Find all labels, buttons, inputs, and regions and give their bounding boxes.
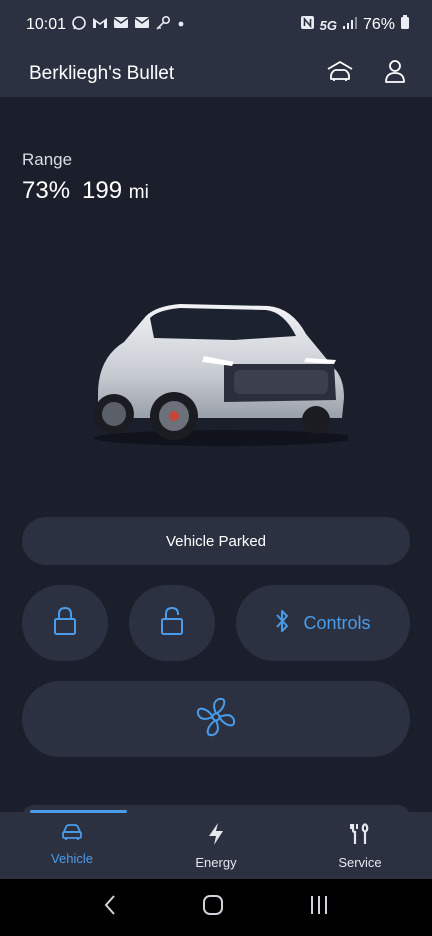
controls-button[interactable]: Controls [236, 585, 410, 661]
lock-icon [53, 606, 77, 641]
status-bar-right: 5G 76% [300, 15, 410, 35]
vehicle-status-text: Vehicle Parked [165, 532, 267, 550]
status-time: 10:01 [26, 16, 67, 33]
range-distance-unit: mi [128, 182, 149, 203]
mail-icon [134, 16, 150, 34]
bolt-icon [207, 822, 225, 849]
car-icon [61, 822, 83, 845]
unlock-icon [160, 606, 184, 641]
tab-service[interactable]: Service [288, 812, 432, 879]
dot-icon [176, 16, 186, 34]
battery-icon [400, 15, 410, 35]
garage-icon[interactable] [326, 60, 354, 87]
range-distance: 199 mi [82, 177, 149, 205]
vehicle-name-title: Berkliegh's Bullet [29, 62, 175, 84]
nfc-icon [300, 15, 315, 35]
status-bar-left: 10:01 [26, 15, 186, 36]
car-image [84, 298, 354, 448]
network-type: 5G [319, 17, 337, 33]
tab-energy[interactable]: Energy [144, 812, 288, 879]
wrench-icon [349, 822, 371, 849]
mail-icon [113, 16, 129, 34]
battery-percent: 76% [362, 16, 395, 33]
controls-label: Controls [303, 612, 371, 633]
climate-fan-button[interactable] [22, 681, 410, 757]
tab-energy-label: Energy [195, 855, 237, 870]
lock-button[interactable] [22, 585, 108, 661]
tab-vehicle-label: Vehicle [51, 851, 93, 866]
back-icon[interactable] [102, 893, 118, 922]
system-nav-bar [0, 879, 432, 936]
recents-icon[interactable] [308, 894, 330, 921]
range-percent: 73% [22, 177, 71, 204]
app-bar-actions [326, 59, 406, 88]
vehicle-status-pill: Vehicle Parked [22, 517, 410, 565]
signal-icon [342, 16, 358, 35]
active-tab-indicator [30, 810, 127, 813]
range-label: Range [22, 150, 73, 169]
account-icon[interactable] [384, 59, 406, 88]
gmail-icon [92, 16, 108, 35]
fan-icon [195, 696, 237, 743]
whatsapp-icon [71, 15, 87, 36]
key-icon [155, 15, 171, 36]
tab-service-label: Service [338, 855, 382, 870]
home-icon[interactable] [201, 893, 225, 922]
unlock-button[interactable] [129, 585, 215, 661]
bluetooth-icon [275, 608, 289, 639]
tab-vehicle[interactable]: Vehicle [0, 810, 144, 879]
status-bar: 10:01 5G 76% [0, 0, 432, 50]
range-value: 73% 199 mi [22, 177, 149, 205]
bottom-tab-bar: Vehicle Energy Service [0, 810, 432, 879]
range-distance-number: 199 [82, 177, 123, 204]
app-bar: Berkliegh's Bullet [0, 50, 432, 97]
